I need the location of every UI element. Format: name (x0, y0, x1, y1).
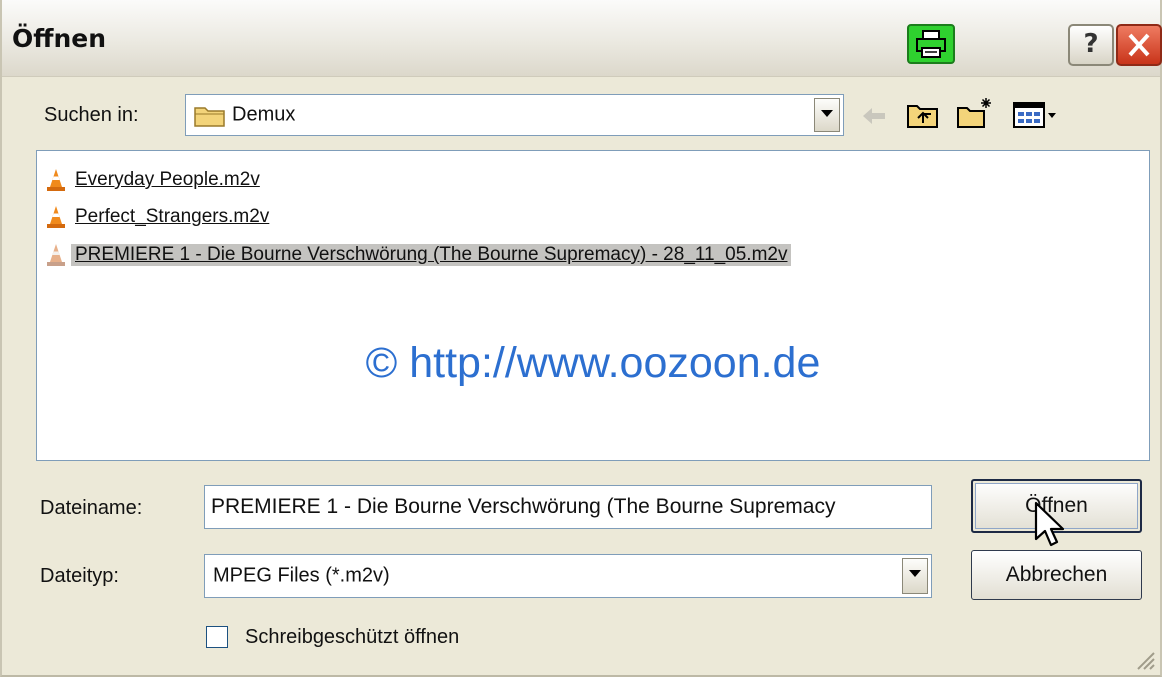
look-in-dropdown-button[interactable] (814, 98, 840, 132)
new-folder-icon[interactable] (956, 96, 994, 130)
vlc-cone-icon (47, 244, 65, 266)
file-item[interactable]: Perfect_Strangers.m2v (45, 203, 273, 231)
look-in-label: Suchen in: (44, 104, 139, 126)
filename-value: PREMIERE 1 - Die Bourne Verschwörung (Th… (211, 495, 836, 518)
help-button[interactable]: ? (1068, 24, 1114, 66)
open-dialog: Öffnen ? Suchen in: Demux Everyday Peopl… (0, 0, 1162, 677)
watermark-text: © http://www.oozoon.de (365, 339, 821, 387)
printer-icon (916, 30, 946, 58)
back-arrow-icon[interactable] (860, 104, 888, 128)
folder-icon (194, 107, 225, 127)
file-list[interactable]: Everyday People.m2v Perfect_Strangers.m2… (36, 150, 1150, 461)
close-button[interactable] (1116, 24, 1162, 66)
vlc-cone-icon (47, 206, 65, 228)
filename-input[interactable]: PREMIERE 1 - Die Bourne Verschwörung (Th… (204, 485, 932, 529)
look-in-value: Demux (232, 103, 296, 126)
up-folder-icon[interactable] (906, 100, 940, 130)
file-name: Everyday People.m2v (75, 169, 260, 190)
file-name: PREMIERE 1 - Die Bourne Verschwörung (Th… (71, 244, 792, 266)
look-in-combo[interactable]: Demux (185, 94, 844, 136)
file-name: Perfect_Strangers.m2v (75, 206, 270, 227)
readonly-checkbox[interactable] (206, 626, 228, 648)
resize-grip-icon[interactable] (1132, 647, 1156, 671)
cancel-button[interactable]: Abbrechen (971, 550, 1142, 600)
view-menu-icon[interactable] (1012, 100, 1058, 130)
filetype-label: Dateityp: (40, 565, 119, 587)
printer-button[interactable] (907, 24, 955, 64)
close-icon (1128, 33, 1150, 57)
mouse-cursor-icon (1034, 501, 1065, 547)
title-bar[interactable]: Öffnen ? (2, 0, 1162, 77)
vlc-cone-icon (47, 169, 65, 191)
window-title: Öffnen (12, 24, 107, 53)
filetype-dropdown-button[interactable] (902, 558, 928, 594)
file-item-selected[interactable]: PREMIERE 1 - Die Bourne Verschwörung (Th… (45, 241, 792, 269)
readonly-label[interactable]: Schreibgeschützt öffnen (245, 626, 459, 649)
filename-label: Dateiname: (40, 497, 143, 519)
file-item[interactable]: Everyday People.m2v (45, 166, 264, 194)
filetype-combo[interactable]: MPEG Files (*.m2v) (204, 554, 932, 598)
filetype-value: MPEG Files (*.m2v) (213, 564, 390, 587)
